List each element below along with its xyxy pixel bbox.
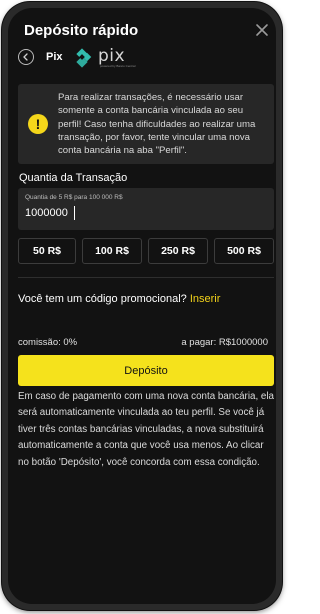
commission-text: comissão: 0% [18,337,78,348]
payment-method-label: Pix [46,51,63,63]
phone-frame: Depósito rápido Pix pix powered by Banco… [2,2,282,610]
quick-amount-250-button[interactable]: 250 R$ [148,238,208,264]
pix-logo-subtext: powered by Banco Central [100,64,136,68]
quick-amount-100-button[interactable]: 100 R$ [82,238,142,264]
deposit-modal: Depósito rápido Pix pix powered by Banco… [8,8,276,604]
promo-code-row: Você tem um código promocional? Inserir [18,293,220,305]
bank-account-notice: Em caso de pagamento com uma nova conta … [18,391,274,468]
pix-logo-text: pix [98,46,126,66]
deposit-button[interactable]: Depósito [18,355,274,386]
modal-title: Depósito rápido [24,22,139,39]
section-divider [18,277,274,278]
amount-input[interactable]: Quantia de 5 R$ para 100 000 R$ 1000000 [18,188,274,230]
warning-icon: ! [28,114,48,134]
quick-amount-500-button[interactable]: 500 R$ [214,238,274,264]
warning-alert: ! Para realizar transações, é necessário… [18,84,274,164]
promo-insert-link[interactable]: Inserir [190,293,221,305]
amount-value[interactable]: 1000000 [25,207,68,219]
amount-label: Quantia da Transação [19,172,128,184]
promo-question: Você tem um código promocional? [18,293,187,305]
close-button[interactable] [254,22,270,38]
back-button[interactable] [18,49,34,65]
close-icon [256,24,268,36]
text-caret [74,206,75,220]
warning-text: Para realizar transações, é necessário u… [58,92,256,157]
chevron-left-icon [23,53,28,61]
quick-amount-50-button[interactable]: 50 R$ [18,238,76,264]
payable-amount: a pagar: R$1000000 [181,337,268,348]
amount-hint: Quantia de 5 R$ para 100 000 R$ [25,194,123,201]
pix-logo: pix powered by Banco Central [74,45,136,69]
